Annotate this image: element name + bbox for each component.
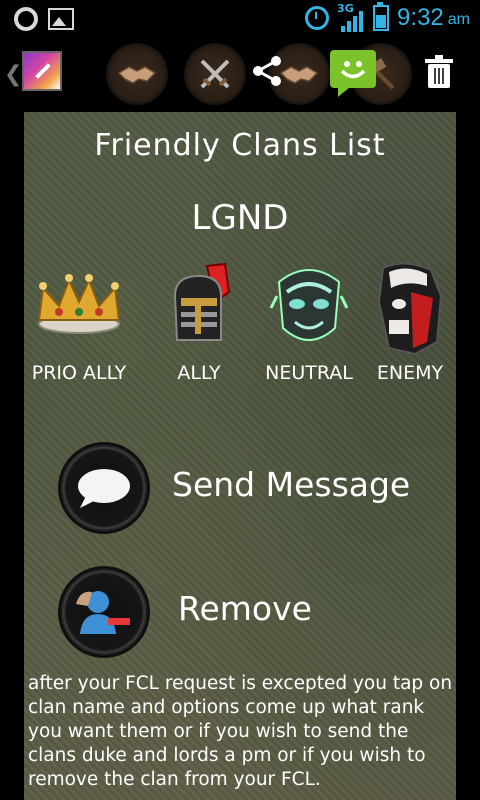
crossed-swords-icon	[200, 59, 230, 89]
rank-label-ally: ALLY	[177, 362, 221, 384]
rank-label-prio-ally: PRIO ALLY	[31, 362, 127, 384]
crown-icon	[37, 274, 121, 334]
share-icon[interactable]	[250, 54, 284, 88]
rank-enemy[interactable]: ENEMY	[360, 262, 456, 384]
notification-o-icon	[14, 7, 38, 31]
rank-prio-ally[interactable]: PRIO ALLY	[24, 262, 134, 384]
back-chevron-icon[interactable]: ❮	[4, 62, 22, 87]
instructions-text: after your FCL request is excepted you t…	[28, 673, 453, 790]
swords-button[interactable]	[184, 43, 246, 105]
send-message-row[interactable]	[58, 440, 150, 536]
clan-name[interactable]: LGND	[24, 198, 456, 238]
toolbar: ❮	[0, 38, 480, 112]
handshake-icon	[117, 66, 157, 84]
send-message-button[interactable]	[58, 442, 150, 534]
knight-helmet-icon	[173, 262, 231, 341]
remove-user-icon	[76, 591, 130, 634]
remove-button[interactable]	[58, 566, 150, 658]
app-icon[interactable]	[22, 51, 62, 91]
rank-label-neutral: NEUTRAL	[265, 362, 353, 384]
speech-bubble-icon	[78, 469, 130, 508]
status-bar: 3G 9:32 am	[0, 0, 480, 38]
demon-mask-icon	[377, 262, 443, 356]
rank-neutral[interactable]: NEUTRAL	[254, 262, 364, 384]
clock-ampm: am	[447, 11, 470, 28]
gallery-icon	[48, 8, 74, 30]
trash-icon[interactable]	[424, 54, 454, 90]
status-right: 3G 9:32 am	[305, 2, 470, 32]
rank-label-enemy: ENEMY	[376, 362, 444, 384]
page-title: Friendly Clans List	[94, 128, 386, 163]
mask-icon	[269, 269, 349, 341]
alarm-icon	[305, 6, 330, 30]
rank-ally[interactable]: ALLY	[144, 262, 254, 384]
handshake-button[interactable]	[106, 43, 168, 105]
screen: 3G 9:32 am ❮ Friendly Clans List LGND PR…	[0, 0, 480, 800]
send-message-label[interactable]: Send Message	[172, 465, 410, 504]
remove-label[interactable]: Remove	[178, 589, 312, 628]
clock-time: 9:32	[397, 4, 444, 31]
battery-icon	[373, 2, 390, 31]
sms-smiley-icon[interactable]	[330, 50, 376, 97]
status-left	[14, 7, 74, 31]
remove-row[interactable]	[58, 564, 150, 660]
smiley-face-icon	[340, 61, 366, 79]
main-content: Friendly Clans List LGND PRIO ALLY ALLY …	[24, 112, 456, 800]
handshake-icon	[279, 66, 319, 84]
signal-icon: 3G	[337, 2, 364, 32]
